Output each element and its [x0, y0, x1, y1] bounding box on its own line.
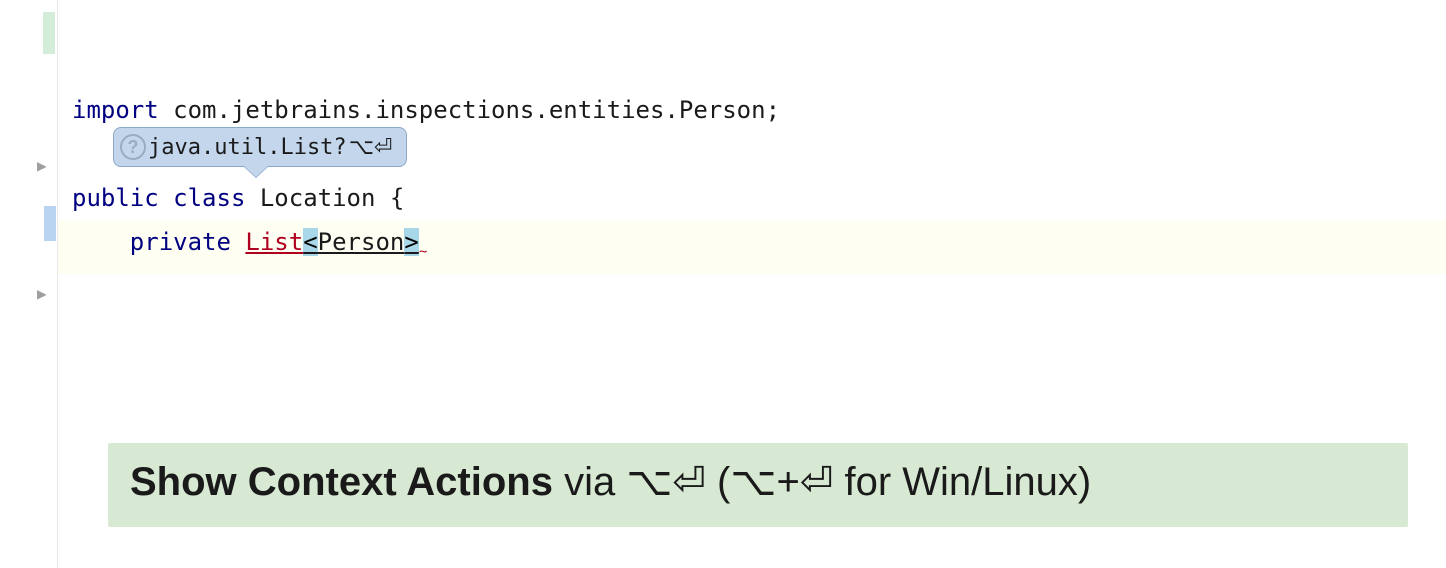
code-line: public class Location { — [58, 176, 1446, 220]
gutter-vcs-marker — [43, 12, 55, 54]
keyword-public: public — [72, 184, 159, 212]
class-name: Location { — [245, 184, 404, 212]
bracket-close: > — [404, 228, 418, 256]
hint-banner: Show Context Actions via ⌥⏎ (⌥+⏎ for Win… — [108, 443, 1408, 527]
import-path: com.jetbrains.inspections.entities.Perso… — [159, 96, 780, 124]
hint-suffix: for Win/Linux) — [833, 460, 1091, 504]
code-line — [58, 44, 1446, 88]
fold-arrow-icon[interactable]: ▶ — [37, 156, 47, 175]
hint-via: via — [553, 460, 626, 504]
error-token[interactable]: List — [245, 228, 303, 256]
keyword-class: class — [159, 184, 246, 212]
error-squiggle-icon: ~ — [419, 244, 425, 260]
hint-title: Show Context Actions — [130, 460, 553, 504]
editor-gutter: ▶ ▶ — [0, 0, 58, 568]
hint-shortcut-mac: ⌥⏎ — [626, 460, 706, 504]
generic-type: Person — [318, 228, 405, 256]
question-icon: ? — [120, 134, 146, 160]
keyword-import: import — [72, 96, 159, 124]
intention-tooltip[interactable]: ?java.util.List? ⌥⏎ — [113, 127, 407, 167]
hint-shortcut-win: ⌥+⏎ — [730, 460, 833, 504]
code-line: import com.jetbrains.inspections.entitie… — [58, 88, 1446, 132]
code-line — [58, 0, 1446, 44]
fold-arrow-icon[interactable]: ▶ — [37, 284, 47, 303]
bracket-open: < — [303, 228, 317, 256]
code-line-active: private List<Person>~ — [58, 220, 1446, 274]
tooltip-shortcut: ⌥⏎ — [349, 134, 393, 160]
tooltip-text: java.util.List? — [148, 135, 347, 160]
keyword-private: private — [130, 228, 231, 256]
gutter-caret-marker — [44, 206, 56, 241]
hint-paren: ( — [706, 460, 730, 504]
